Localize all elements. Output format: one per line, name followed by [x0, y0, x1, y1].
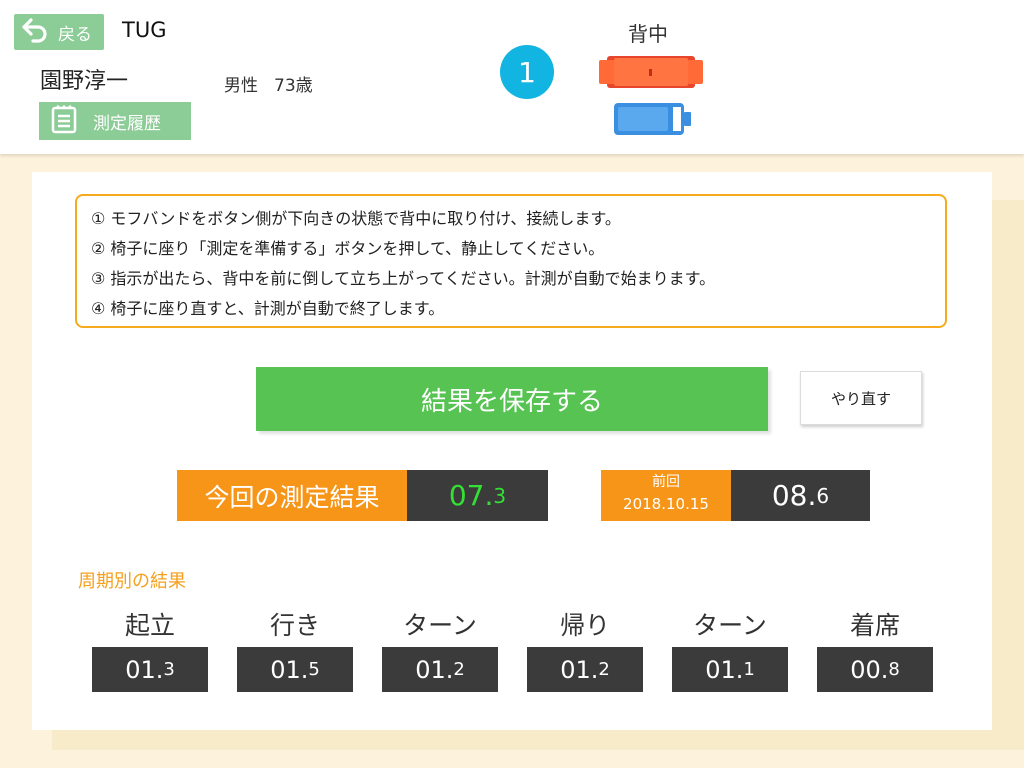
sensor-position-label: 背中	[628, 22, 668, 46]
phase-value-standup: 01. 3	[92, 647, 208, 692]
phase-label-return: 帰り	[559, 611, 610, 640]
phase-value-int: 01.	[560, 655, 599, 684]
clipboard-icon	[51, 104, 77, 138]
phase-value-dec: 2	[598, 659, 610, 680]
phase-value-int: 01.	[270, 655, 309, 684]
instruction-line: ① モフバンドをボタン側が下向きの状態で背中に取り付け、接続します。	[91, 209, 621, 228]
instruction-line: ③ 指示が出たら、背中を前に倒して立ち上がってください。計測が自動で始まります。	[91, 269, 716, 288]
phase-value-dec: 8	[888, 659, 900, 680]
previous-value-int: 08.	[771, 479, 817, 512]
phase-value-sit: 00. 8	[817, 647, 933, 692]
previous-result-value: 08. 6	[731, 470, 870, 521]
phase-value-int: 01.	[705, 655, 744, 684]
battery-icon	[612, 100, 694, 138]
previous-value-dec: 6	[816, 483, 830, 508]
back-label: 戻る	[58, 24, 92, 45]
phase-value-dec: 5	[308, 659, 320, 680]
phase-value-dec: 1	[743, 659, 755, 680]
back-arrow-icon	[20, 17, 50, 47]
phase-value-int: 01.	[415, 655, 454, 684]
previous-date: 2018.10.15	[623, 495, 709, 513]
test-name: TUG	[122, 18, 167, 42]
band-sensor-icon	[599, 52, 703, 92]
instruction-line: ④ 椅子に座り直すと、計測が自動で終了します。	[91, 299, 445, 318]
phase-value-go: 01. 5	[237, 647, 353, 692]
phase-value-turn-1: 01. 2	[382, 647, 498, 692]
save-result-button[interactable]: 結果を保存する	[256, 367, 768, 431]
phase-label-standup: 起立	[124, 611, 175, 640]
device-number-badge: 1	[500, 45, 554, 99]
measurement-history-button[interactable]: 測定履歴	[39, 102, 191, 140]
phase-value-dec: 3	[163, 659, 175, 680]
back-button[interactable]: 戻る	[14, 14, 104, 50]
patient-name: 園野淳一	[40, 69, 129, 94]
current-value-int: 07.	[448, 479, 494, 512]
instructions-box: ① モフバンドをボタン側が下向きの状態で背中に取り付け、接続します。 ② 椅子に…	[75, 194, 947, 328]
previous-result-label: 前回 2018.10.15	[601, 470, 731, 521]
previous-label: 前回	[652, 474, 680, 490]
phase-label-turn-2: ターン	[693, 611, 767, 640]
patient-gender: 男性	[224, 76, 258, 96]
phase-value-return: 01. 2	[527, 647, 643, 692]
phase-value-turn-2: 01. 1	[672, 647, 788, 692]
phase-value-dec: 2	[453, 659, 465, 680]
phase-value-int: 01.	[125, 655, 164, 684]
current-result-value: 07. 3	[407, 470, 548, 521]
phase-results-title: 周期別の結果	[78, 571, 186, 592]
top-bar: 戻る TUG 園野淳一 男性 73歳 測定履歴 1 背中	[0, 0, 1024, 154]
current-value-dec: 3	[493, 483, 507, 508]
history-label: 測定履歴	[93, 113, 161, 134]
instruction-line: ② 椅子に座り「測定を準備する」ボタンを押して、静止してください。	[91, 239, 605, 258]
phase-label-turn-1: ターン	[403, 611, 477, 640]
phase-value-int: 00.	[850, 655, 889, 684]
phase-label-go: 行き	[269, 611, 320, 640]
current-result-label: 今回の測定結果	[177, 470, 407, 521]
phase-label-sit: 着席	[849, 611, 900, 640]
redo-button[interactable]: やり直す	[800, 371, 922, 425]
patient-age: 73歳	[274, 76, 313, 96]
